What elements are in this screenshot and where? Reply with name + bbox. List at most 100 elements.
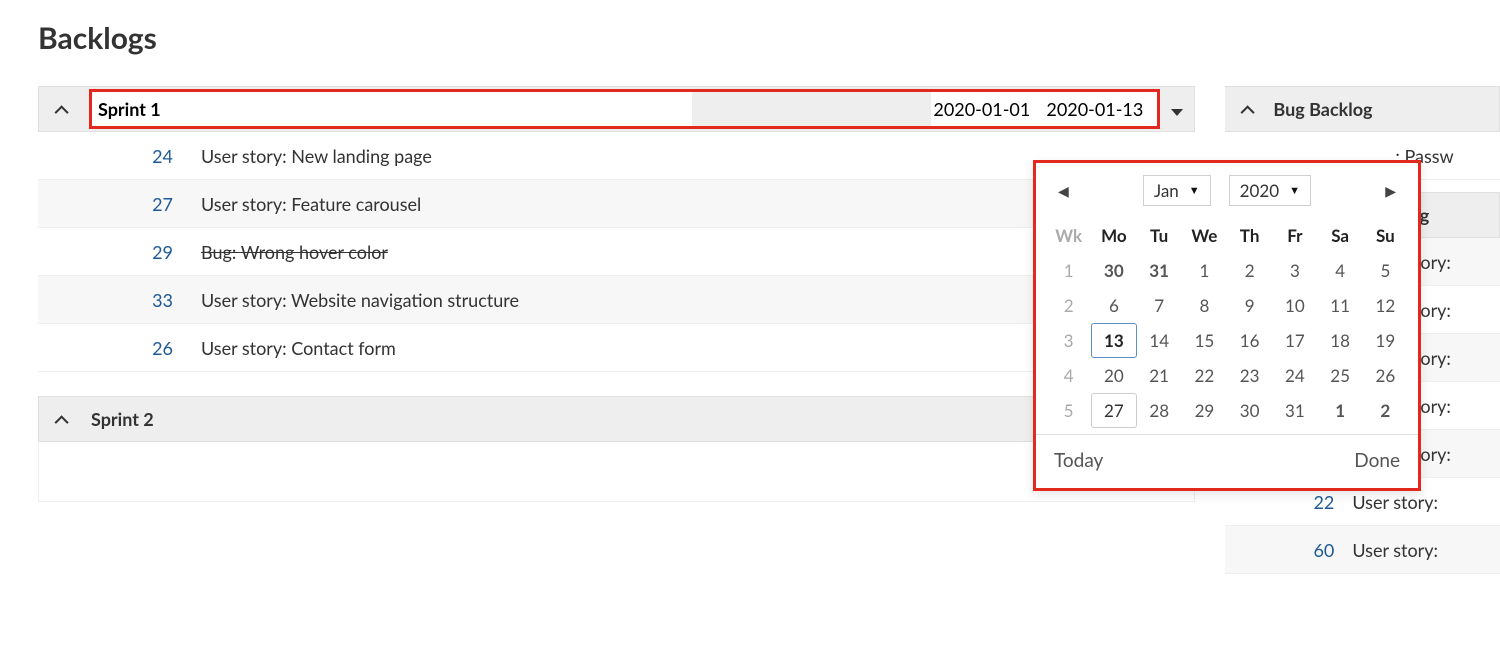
datepicker-prev-button[interactable]: ◀ bbox=[1052, 178, 1075, 204]
datepicker-today-button[interactable]: Today bbox=[1054, 449, 1103, 472]
datepicker-week-number: 3 bbox=[1046, 323, 1091, 358]
datepicker-day[interactable]: 10 bbox=[1272, 288, 1317, 323]
datepicker-day[interactable]: 19 bbox=[1363, 323, 1408, 358]
spacer bbox=[692, 92, 931, 126]
chevron-down-icon: ▼ bbox=[1189, 184, 1200, 197]
datepicker-day[interactable]: 29 bbox=[1182, 393, 1227, 428]
sprint-2: Sprint 2 bbox=[38, 396, 1195, 502]
item-id-link[interactable]: 27 bbox=[86, 193, 201, 215]
datepicker-day[interactable]: 17 bbox=[1272, 323, 1317, 358]
chevron-up-icon bbox=[1241, 105, 1255, 119]
datepicker-day[interactable]: 12 bbox=[1363, 288, 1408, 323]
sprint-menu-button[interactable] bbox=[1160, 98, 1194, 120]
datepicker-day[interactable]: 9 bbox=[1227, 288, 1272, 323]
datepicker-day[interactable]: 16 bbox=[1227, 323, 1272, 358]
datepicker-day-header: Th bbox=[1227, 218, 1272, 253]
sprint-edit-region bbox=[89, 89, 1160, 129]
datepicker-week-header: Wk bbox=[1046, 218, 1091, 253]
bug-backlog-header: Bug Backlog bbox=[1225, 86, 1500, 132]
datepicker-day-header: Tu bbox=[1137, 218, 1182, 253]
datepicker-week-number: 1 bbox=[1046, 253, 1091, 288]
sprint-name-input[interactable] bbox=[92, 92, 692, 126]
datepicker-month-label: Jan bbox=[1154, 180, 1179, 201]
datepicker-day[interactable]: 30 bbox=[1091, 253, 1136, 288]
item-title: User story: Feature carousel bbox=[201, 193, 421, 215]
datepicker-day[interactable]: 31 bbox=[1272, 393, 1317, 428]
sprint-title: Sprint 2 bbox=[87, 408, 1194, 430]
collapse-toggle[interactable] bbox=[1225, 98, 1273, 120]
datepicker-day[interactable]: 8 bbox=[1182, 288, 1227, 323]
datepicker-day[interactable]: 24 bbox=[1272, 358, 1317, 393]
datepicker-day[interactable]: 1 bbox=[1182, 253, 1227, 288]
datepicker-day-header: Su bbox=[1363, 218, 1408, 253]
datepicker-year-select[interactable]: 2020 ▼ bbox=[1229, 175, 1311, 206]
backlog-item-row[interactable]: 24User story: New landing page bbox=[38, 132, 1195, 180]
datepicker-day[interactable]: 21 bbox=[1137, 358, 1182, 393]
datepicker-day[interactable]: 14 bbox=[1137, 323, 1182, 358]
datepicker-day-header: Mo bbox=[1091, 218, 1136, 253]
item-id-link[interactable]: 24 bbox=[86, 145, 201, 167]
datepicker-day[interactable]: 5 bbox=[1363, 253, 1408, 288]
item-title: User story: bbox=[1352, 491, 1438, 513]
item-title: User story: Website navigation structure bbox=[201, 289, 519, 311]
datepicker-day-header: Fr bbox=[1272, 218, 1317, 253]
datepicker-day[interactable]: 13 bbox=[1091, 323, 1136, 358]
datepicker-day[interactable]: 6 bbox=[1091, 288, 1136, 323]
datepicker-day[interactable]: 2 bbox=[1363, 393, 1408, 428]
item-id-link[interactable]: 29 bbox=[86, 241, 201, 263]
collapse-toggle[interactable] bbox=[39, 408, 87, 430]
bug-backlog-title: Bug Backlog bbox=[1273, 98, 1372, 120]
datepicker-year-label: 2020 bbox=[1240, 180, 1279, 201]
list-item[interactable]: 60User story: bbox=[1225, 526, 1500, 574]
sprint-items: 24User story: New landing page27User sto… bbox=[38, 132, 1195, 372]
datepicker-day[interactable]: 20 bbox=[1091, 358, 1136, 393]
datepicker-day[interactable]: 23 bbox=[1227, 358, 1272, 393]
datepicker-day[interactable]: 1 bbox=[1318, 393, 1363, 428]
datepicker-day[interactable]: 7 bbox=[1137, 288, 1182, 323]
item-title: User story: New landing page bbox=[201, 145, 432, 167]
datepicker-day[interactable]: 30 bbox=[1227, 393, 1272, 428]
datepicker-day[interactable]: 22 bbox=[1182, 358, 1227, 393]
datepicker-day[interactable]: 2 bbox=[1227, 253, 1272, 288]
datepicker-day[interactable]: 11 bbox=[1318, 288, 1363, 323]
datepicker-day[interactable]: 4 bbox=[1318, 253, 1363, 288]
datepicker-day-header: Sa bbox=[1318, 218, 1363, 253]
backlog-item-row[interactable]: 29Bug: Wrong hover color bbox=[38, 228, 1195, 276]
datepicker-day[interactable]: 27 bbox=[1091, 393, 1136, 428]
sprint-start-date-input[interactable] bbox=[931, 92, 1044, 126]
page-title: Backlogs bbox=[38, 20, 1500, 56]
datepicker-week-number: 5 bbox=[1046, 393, 1091, 428]
sprint-empty-body bbox=[38, 442, 1195, 502]
datepicker-week-number: 4 bbox=[1046, 358, 1091, 393]
item-id-link[interactable]: 33 bbox=[86, 289, 201, 311]
datepicker-day[interactable]: 26 bbox=[1363, 358, 1408, 393]
datepicker-day[interactable]: 15 bbox=[1182, 323, 1227, 358]
item-title: User story: bbox=[1352, 539, 1438, 561]
item-id-link[interactable]: 22 bbox=[1297, 491, 1352, 513]
sprint-1: 24User story: New landing page27User sto… bbox=[38, 86, 1195, 372]
datepicker-week-number: 2 bbox=[1046, 288, 1091, 323]
sprint-end-date-input[interactable] bbox=[1044, 92, 1157, 126]
datepicker-popup: ◀ Jan ▼ 2020 ▼ ▶ WkMoTuWeThFrSaSu1303112… bbox=[1033, 160, 1421, 491]
item-title: Bug: Wrong hover color bbox=[201, 241, 388, 263]
datepicker-day[interactable]: 3 bbox=[1272, 253, 1317, 288]
chevron-up-icon bbox=[55, 415, 69, 429]
collapse-toggle[interactable] bbox=[39, 98, 87, 120]
datepicker-day[interactable]: 18 bbox=[1318, 323, 1363, 358]
item-id-link[interactable]: 26 bbox=[86, 337, 201, 359]
datepicker-day[interactable]: 28 bbox=[1137, 393, 1182, 428]
datepicker-month-select[interactable]: Jan ▼ bbox=[1143, 175, 1211, 206]
backlog-item-row[interactable]: 27User story: Feature carousel bbox=[38, 180, 1195, 228]
datepicker-day[interactable]: 31 bbox=[1137, 253, 1182, 288]
datepicker-day[interactable]: 25 bbox=[1318, 358, 1363, 393]
backlog-item-row[interactable]: 33User story: Website navigation structu… bbox=[38, 276, 1195, 324]
datepicker-day-header: We bbox=[1182, 218, 1227, 253]
item-id-link[interactable]: 60 bbox=[1297, 539, 1352, 561]
datepicker-next-button[interactable]: ▶ bbox=[1379, 178, 1402, 204]
sprint-header-edit bbox=[38, 86, 1195, 132]
sprint-header: Sprint 2 bbox=[38, 396, 1195, 442]
backlog-item-row[interactable]: 26User story: Contact form bbox=[38, 324, 1195, 372]
chevron-down-icon bbox=[1171, 109, 1183, 116]
datepicker-done-button[interactable]: Done bbox=[1354, 449, 1400, 472]
chevron-down-icon: ▼ bbox=[1289, 184, 1300, 197]
